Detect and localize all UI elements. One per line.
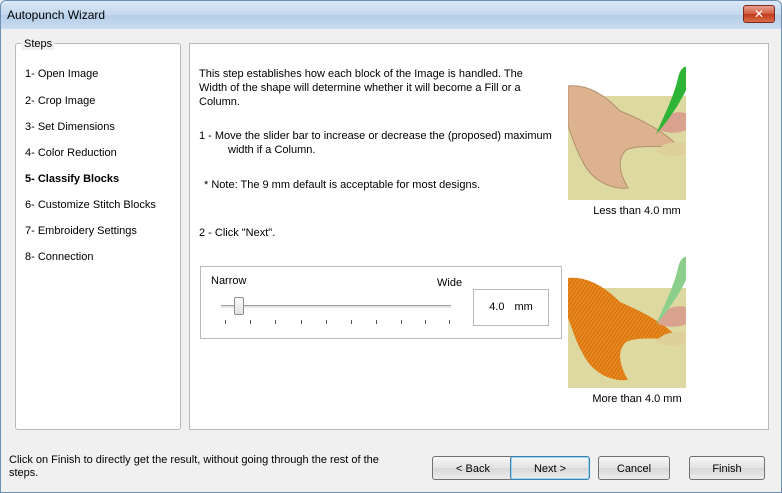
column-preview-image <box>568 66 686 200</box>
slider-tick <box>401 320 402 324</box>
slider-track[interactable] <box>221 305 451 309</box>
finish-hint: Click on Finish to directly get the resu… <box>9 454 379 479</box>
steps-panel: 1- Open Image 2- Crop Image 3- Set Dimen… <box>15 43 181 430</box>
column-caption: Less than 4.0 mm <box>593 205 681 217</box>
step-embroidery-settings: 7- Embroidery Settings <box>25 225 137 237</box>
steps-legend: Steps <box>21 38 56 50</box>
narrow-label: Narrow <box>211 275 247 287</box>
step-open-image: 1- Open Image <box>25 68 99 80</box>
window-title: Autopunch Wizard <box>7 8 106 22</box>
step-customize-stitch-blocks: 6- Customize Stitch Blocks <box>25 199 156 211</box>
slider-tick <box>351 320 352 324</box>
wide-label: Wide <box>437 277 463 289</box>
intro-text: This step establishes how each block of … <box>199 68 523 108</box>
title-bar[interactable]: Autopunch Wizard ✕ <box>1 1 781 29</box>
slider-tick <box>275 320 276 324</box>
step-connection: 8- Connection <box>25 251 94 263</box>
slider-tick <box>225 320 226 324</box>
wizard-footer: Click on Finish to directly get the resu… <box>7 442 777 488</box>
width-unit: mm <box>514 301 533 313</box>
fill-caption: More than 4.0 mm <box>592 393 682 405</box>
width-value: 4.0 <box>489 301 505 313</box>
step-classify-blocks: 5- Classify Blocks <box>25 173 120 185</box>
step-color-reduction: 4- Color Reduction <box>25 147 117 159</box>
finish-button[interactable]: Finish <box>689 456 765 480</box>
step-set-dimensions: 3- Set Dimensions <box>25 121 115 133</box>
instruction-step-2: 2 - Click "Next". <box>199 227 276 239</box>
slider-tick <box>376 320 377 324</box>
instruction-step-1: 1 - Move the slider bar to increase or d… <box>199 130 552 156</box>
slider-tick <box>425 320 426 324</box>
slider-tick <box>326 320 327 324</box>
slider-tick <box>250 320 251 324</box>
slider-tick <box>301 320 302 324</box>
slider-tick <box>449 320 450 324</box>
cancel-button[interactable]: Cancel <box>598 456 670 480</box>
close-button[interactable]: ✕ <box>743 5 775 23</box>
wizard-client-area: 1- Open Image 2- Crop Image 3- Set Dimen… <box>7 29 777 488</box>
fill-preview-image <box>568 256 686 388</box>
next-button[interactable]: Next > <box>510 456 590 480</box>
back-button[interactable]: < Back <box>432 456 514 480</box>
step-crop-image: 2- Crop Image <box>25 95 96 107</box>
classify-blocks-panel: This step establishes how each block of … <box>189 43 769 430</box>
width-slider-group: Narrow Wide 4.0 mm <box>200 266 562 339</box>
width-value-field[interactable]: 4.0 mm <box>473 289 549 326</box>
default-note: * Note: The 9 mm default is acceptable f… <box>204 179 481 191</box>
wizard-window: Autopunch Wizard ✕ 1- Open Image 2- Crop… <box>0 0 782 493</box>
slider-thumb[interactable] <box>234 297 245 315</box>
